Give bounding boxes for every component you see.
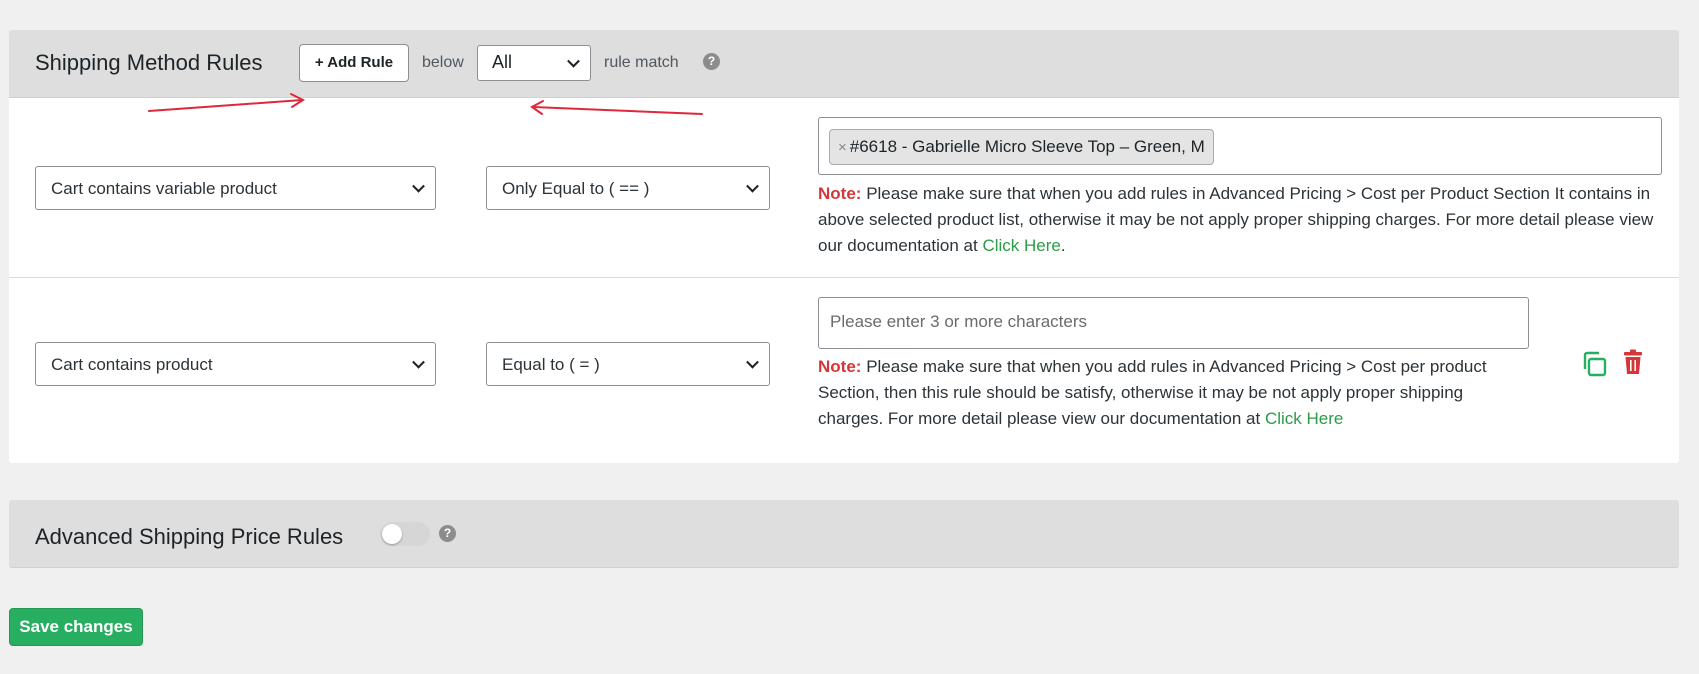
advanced-rules-toggle[interactable] — [380, 522, 430, 546]
note-label: Note: — [818, 184, 862, 203]
remove-token-icon[interactable]: × — [838, 139, 847, 156]
help-icon[interactable]: ? — [703, 53, 720, 70]
operator-value: Equal to ( = ) — [502, 355, 600, 374]
rule-match-label: rule match — [604, 54, 679, 71]
trash-icon[interactable] — [1619, 348, 1647, 376]
rule-match-select[interactable]: All — [477, 45, 591, 81]
operator-select[interactable]: Only Equal to ( == ) — [486, 166, 770, 210]
selected-product-token: × #6618 - Gabrielle Micro Sleeve Top – Gr… — [829, 129, 1214, 165]
shipping-method-rules-header: Shipping Method Rules + Add Rule below A… — [9, 30, 1679, 98]
chevron-down-icon — [412, 355, 425, 369]
duplicate-icon[interactable] — [1580, 350, 1608, 378]
product-search-input[interactable]: Please enter 3 or more characters — [818, 297, 1529, 349]
condition-select[interactable]: Cart contains product — [35, 342, 436, 386]
condition-value: Cart contains product — [51, 355, 213, 374]
documentation-link[interactable]: Click Here — [1265, 409, 1343, 428]
chevron-down-icon — [567, 54, 580, 68]
add-rule-button[interactable]: + Add Rule — [299, 44, 409, 82]
note-suffix: . — [1060, 236, 1066, 255]
note-text: Please make sure that when you add rules… — [818, 357, 1487, 428]
advanced-shipping-price-rules-panel: Advanced Shipping Price Rules ? — [9, 500, 1679, 568]
chevron-down-icon — [412, 179, 425, 193]
selected-product-label: #6618 - Gabrielle Micro Sleeve Top – Gre… — [849, 137, 1205, 156]
operator-value: Only Equal to ( == ) — [502, 179, 650, 198]
rule-note: Note: Please make sure that when you add… — [818, 181, 1668, 259]
advanced-shipping-title: Advanced Shipping Price Rules — [35, 524, 344, 549]
rule-note: Note: Please make sure that when you add… — [818, 354, 1518, 432]
condition-select[interactable]: Cart contains variable product — [35, 166, 436, 210]
rule-row: Cart contains product Equal to ( = ) Ple… — [9, 278, 1679, 463]
rule-match-value: All — [492, 52, 513, 72]
help-icon[interactable]: ? — [439, 525, 456, 542]
shipping-method-rules-title: Shipping Method Rules — [35, 50, 263, 75]
below-label: below — [422, 54, 464, 71]
chevron-down-icon — [746, 355, 759, 369]
note-label: Note: — [818, 357, 862, 376]
operator-select[interactable]: Equal to ( = ) — [486, 342, 770, 386]
documentation-link[interactable]: Click Here — [982, 236, 1060, 255]
shipping-method-rules-panel: Shipping Method Rules + Add Rule below A… — [9, 30, 1679, 463]
chevron-down-icon — [746, 179, 759, 193]
toggle-knob — [382, 524, 402, 544]
product-select-input[interactable]: × #6618 - Gabrielle Micro Sleeve Top – Gr… — [818, 117, 1662, 175]
rule-row: Cart contains variable product Only Equa… — [9, 98, 1679, 278]
note-text: Please make sure that when you add rules… — [818, 184, 1654, 255]
search-placeholder: Please enter 3 or more characters — [830, 312, 1088, 331]
save-changes-button[interactable]: Save changes — [9, 608, 143, 646]
condition-value: Cart contains variable product — [51, 179, 277, 198]
